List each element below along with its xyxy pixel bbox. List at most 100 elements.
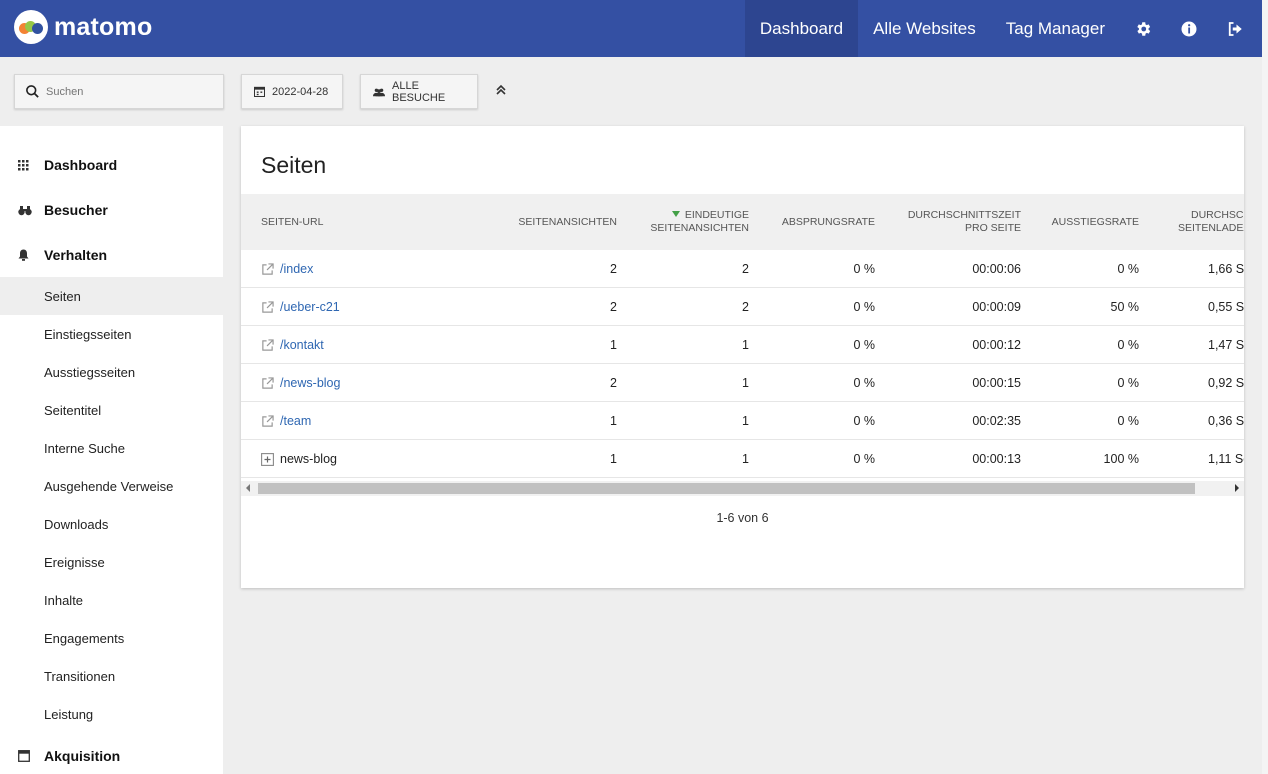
- page-url-link[interactable]: /news-blog: [280, 376, 340, 390]
- date-selector-button[interactable]: 2022-04-28: [241, 74, 343, 109]
- external-link-icon[interactable]: [261, 338, 274, 352]
- col-header-bounce-rate[interactable]: ABSPRUNGSRATE: [782, 216, 875, 229]
- page-url-link[interactable]: /team: [280, 414, 311, 428]
- sidebar-category-label: Dashboard: [44, 157, 118, 173]
- table-row[interactable]: /ueber-c21 2 2 0 % 00:00:09 50 % 0,55 Sek.: [241, 288, 1244, 326]
- sidebar-item-leistung[interactable]: Leistung: [0, 695, 223, 733]
- gear-icon[interactable]: [1120, 0, 1166, 57]
- search-box[interactable]: [14, 74, 224, 109]
- cell-exit-rate: 100 %: [1103, 452, 1139, 466]
- info-icon[interactable]: [1166, 0, 1212, 57]
- cell-exit-rate: 0 %: [1117, 262, 1139, 276]
- scrollbar-thumb[interactable]: [258, 483, 1195, 494]
- table-row[interactable]: /index 2 2 0 % 00:00:06 0 % 1,66 Sek.: [241, 250, 1244, 288]
- cell-pageviews: 2: [610, 262, 617, 276]
- segment-label: ALLE BESUCHE: [392, 79, 446, 104]
- nav-all-websites[interactable]: Alle Websites: [858, 0, 991, 57]
- nav-tag-manager[interactable]: Tag Manager: [991, 0, 1120, 57]
- cell-url[interactable]: news-blog: [261, 440, 337, 478]
- col-header-label: EINDEUTIGE: [684, 209, 749, 221]
- sidebar-category-verhalten[interactable]: Verhalten: [0, 240, 223, 270]
- grid-icon: [18, 159, 29, 171]
- col-header-avg-time[interactable]: DURCHSCHNITTSZEIT PRO SEITE: [908, 209, 1021, 235]
- sidebar-item-seitentitel[interactable]: Seitentitel: [0, 391, 223, 429]
- cell-unique-pageviews: 1: [742, 376, 749, 390]
- page-url-link[interactable]: /index: [280, 262, 313, 276]
- cell-url[interactable]: /kontakt: [261, 326, 324, 364]
- cell-unique-pageviews: 1: [742, 452, 749, 466]
- collapse-up-icon[interactable]: [494, 83, 508, 102]
- browser-window-icon: [18, 750, 30, 762]
- matomo-logo[interactable]: matomo: [14, 10, 152, 44]
- cell-avg-time: 00:02:35: [972, 414, 1021, 428]
- date-label: 2022-04-28: [272, 85, 329, 98]
- cell-pageviews: 1: [610, 338, 617, 352]
- bell-icon: [18, 249, 29, 261]
- users-icon: [373, 87, 385, 97]
- sidebar-category-besucher[interactable]: Besucher: [0, 195, 223, 225]
- cell-url[interactable]: /team: [261, 402, 311, 440]
- cell-exit-rate: 50 %: [1110, 300, 1140, 314]
- sidebar-item-einstiegsseiten[interactable]: Einstiegsseiten: [0, 315, 223, 353]
- external-link-icon[interactable]: [261, 262, 274, 276]
- page-url-link[interactable]: /kontakt: [280, 338, 324, 352]
- cell-url[interactable]: /index: [261, 250, 313, 288]
- col-header-avg-load-time[interactable]: DURCHSCHNITTLICHE SEITENLADEZEIT: [1178, 209, 1244, 235]
- brand-name: matomo: [54, 12, 153, 41]
- col-header-pageviews[interactable]: SEITENANSICHTEN: [518, 216, 617, 229]
- table-row[interactable]: news-blog 1 1 0 % 00:00:13 100 % 1,11 Sek.: [241, 440, 1244, 478]
- sort-desc-icon: [671, 211, 680, 217]
- page-scrollbar[interactable]: [1262, 0, 1268, 774]
- sidebar-item-downloads[interactable]: Downloads: [0, 505, 223, 543]
- logout-icon[interactable]: [1212, 0, 1258, 57]
- col-header-unique-pageviews[interactable]: EINDEUTIGE SEITENANSICHTEN: [650, 209, 749, 235]
- sidebar-category-akquisition[interactable]: Akquisition: [0, 741, 223, 771]
- table-row[interactable]: /team 1 1 0 % 00:02:35 0 % 0,36 Sek.: [241, 402, 1244, 440]
- table-row[interactable]: /kontakt 1 1 0 % 00:00:12 0 % 1,47 Sek.: [241, 326, 1244, 364]
- sidebar-item-inhalte[interactable]: Inhalte: [0, 581, 223, 619]
- segment-selector-button[interactable]: ALLE BESUCHE: [360, 74, 478, 109]
- sidebar-item-ereignisse[interactable]: Ereignisse: [0, 543, 223, 581]
- cell-unique-pageviews: 2: [742, 300, 749, 314]
- page-folder-label[interactable]: news-blog: [280, 452, 337, 466]
- col-header-label: SEITENANSICHTEN: [650, 222, 749, 234]
- table-row[interactable]: /news-blog 2 1 0 % 00:00:15 0 % 0,92 Sek.: [241, 364, 1244, 402]
- scroll-left-icon[interactable]: [246, 484, 250, 492]
- horizontal-scrollbar[interactable]: [241, 481, 1244, 496]
- sidebar-item-seiten[interactable]: Seiten: [0, 277, 223, 315]
- external-link-icon[interactable]: [261, 414, 274, 428]
- scroll-right-icon[interactable]: [1235, 484, 1239, 492]
- search-input[interactable]: [46, 85, 206, 98]
- cell-pageviews: 1: [610, 452, 617, 466]
- cell-exit-rate: 0 %: [1117, 338, 1139, 352]
- cell-avg-time: 00:00:15: [972, 376, 1021, 390]
- sidebar-item-interne-suche[interactable]: Interne Suche: [0, 429, 223, 467]
- external-link-icon[interactable]: [261, 376, 274, 390]
- sidebar-category-dashboard[interactable]: Dashboard: [0, 150, 223, 180]
- cell-unique-pageviews: 2: [742, 262, 749, 276]
- external-link-icon[interactable]: [261, 300, 274, 314]
- cell-bounce-rate: 0 %: [853, 300, 875, 314]
- page-url-link[interactable]: /ueber-c21: [280, 300, 340, 314]
- cell-avg-load-time: 0,92 Sek.: [1208, 376, 1244, 390]
- cell-pageviews: 2: [610, 376, 617, 390]
- col-header-label: DURCHSCHNITTSZEIT: [907, 209, 1021, 221]
- cell-url[interactable]: /news-blog: [261, 364, 340, 402]
- sidebar-category-label: Akquisition: [44, 748, 121, 764]
- expand-plus-icon[interactable]: [261, 452, 274, 466]
- sidebar-item-ausgehende-verweise[interactable]: Ausgehende Verweise: [0, 467, 223, 505]
- search-icon: [26, 85, 39, 98]
- cell-unique-pageviews: 1: [742, 338, 749, 352]
- binoculars-icon: [18, 205, 32, 216]
- nav-dashboard[interactable]: Dashboard: [744, 0, 859, 57]
- sidebar-item-transitionen[interactable]: Transitionen: [0, 657, 223, 695]
- pagination-info: 1-6 von 6: [716, 511, 769, 525]
- sidebar-item-engagements[interactable]: Engagements: [0, 619, 223, 657]
- col-header-exit-rate[interactable]: AUSSTIEGSRATE: [1052, 216, 1139, 229]
- cell-avg-load-time: 0,55 Sek.: [1208, 300, 1244, 314]
- col-header-url[interactable]: SEITEN-URL: [261, 216, 323, 229]
- calendar-icon: [254, 86, 265, 97]
- cell-url[interactable]: /ueber-c21: [261, 288, 340, 326]
- sidebar-category-label: Verhalten: [44, 247, 108, 263]
- sidebar-item-ausstiegsseiten[interactable]: Ausstiegsseiten: [0, 353, 223, 391]
